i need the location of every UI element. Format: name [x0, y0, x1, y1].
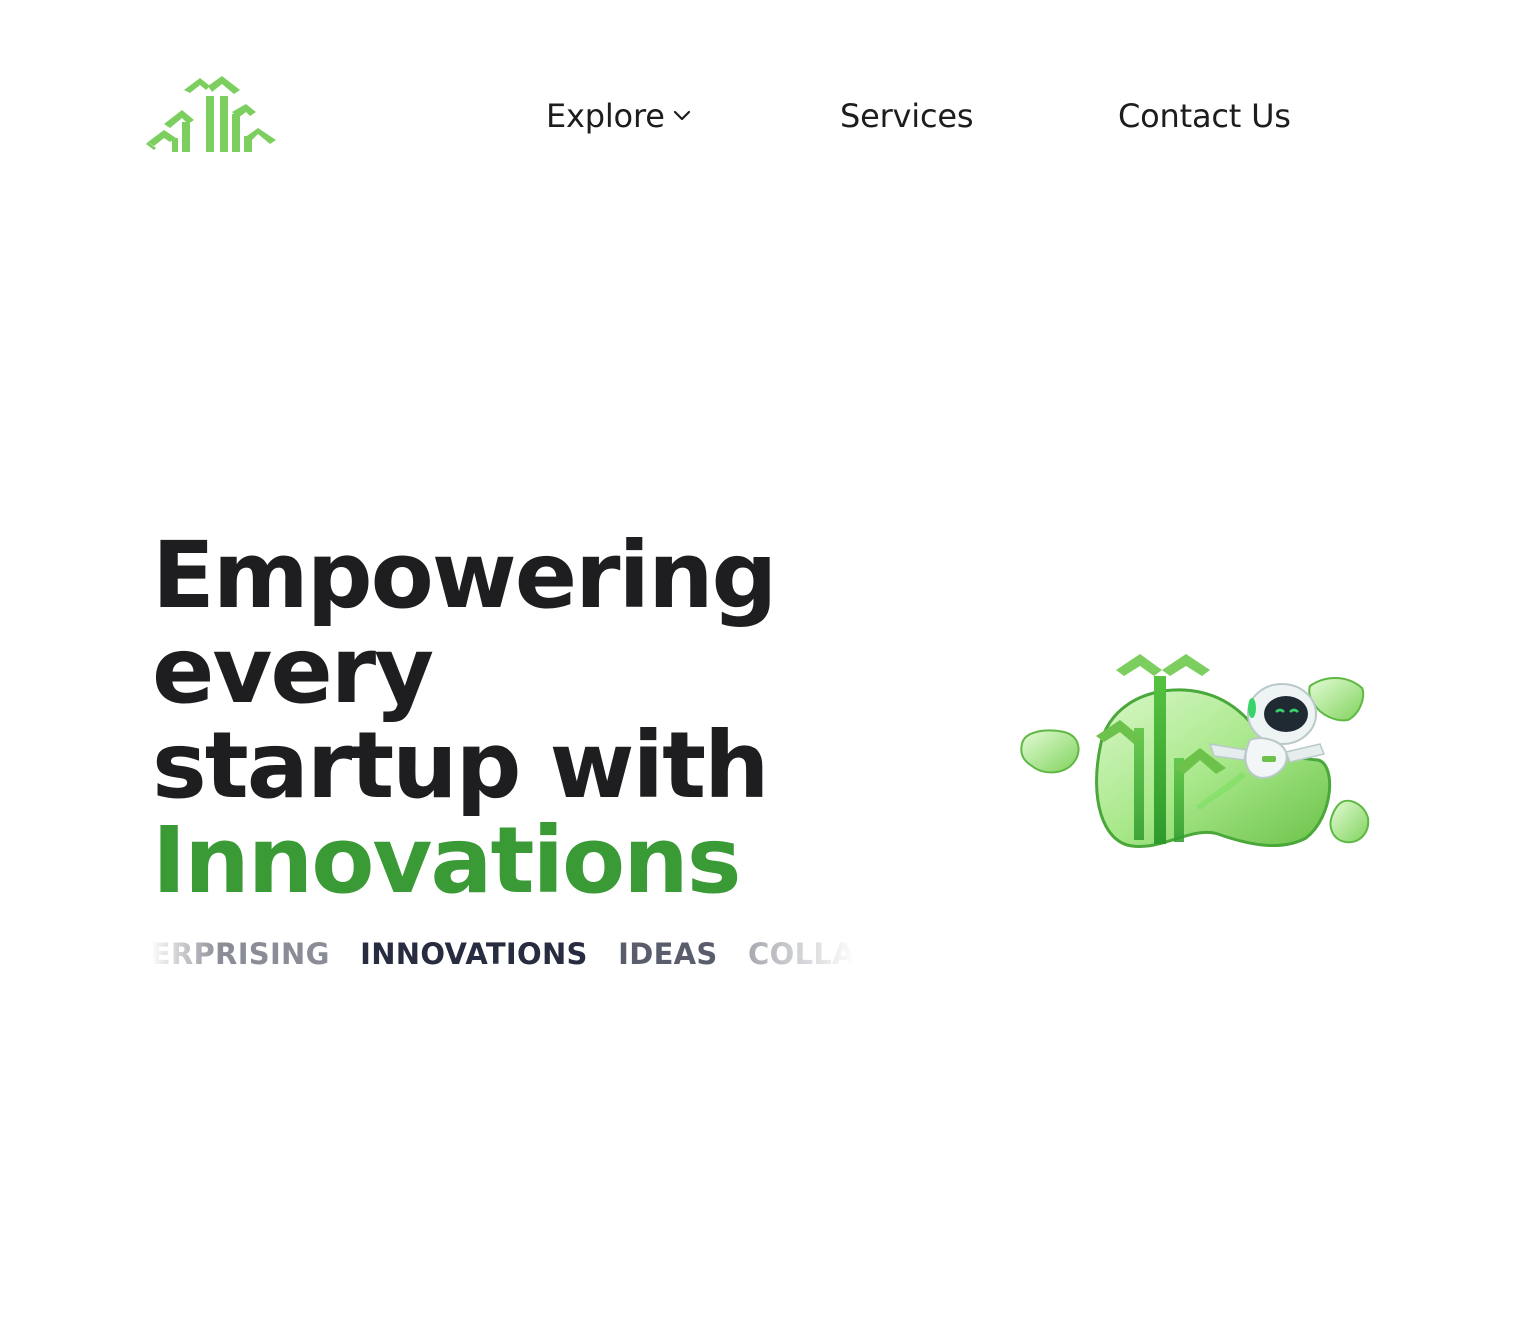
nav-explore[interactable]: Explore: [546, 94, 691, 138]
robot-sprout-illustration: [1014, 648, 1374, 856]
chevron-down-icon: [673, 110, 690, 121]
robot-sprout-graphic: [1020, 654, 1370, 848]
hero-title-line-1: Empowering: [152, 522, 777, 629]
hero-title-line-3: startup with: [152, 712, 770, 819]
hero-title-line-2: every: [152, 617, 434, 724]
ticker-track: ENTERPRISING INNOVATIONS IDEAS COLLAB: [150, 932, 856, 976]
nav-contact-label: Contact Us: [1118, 97, 1291, 135]
ticker-word: COLLAB: [748, 937, 856, 971]
nav-services[interactable]: Services: [840, 94, 974, 138]
nav-services-label: Services: [840, 97, 974, 135]
hero-title-accent: Innovations: [152, 807, 741, 914]
ticker-word: INNOVATIONS: [360, 937, 588, 971]
ticker-word: IDEAS: [618, 937, 718, 971]
ticker-word: ENTERPRISING: [150, 937, 330, 971]
nav-contact-us[interactable]: Contact Us: [1118, 94, 1291, 138]
hero-title: Empowering every startup with Innovation…: [152, 522, 777, 914]
page: Explore Services Contact Us Empowering e…: [0, 0, 1536, 1319]
nav-explore-label: Explore: [546, 97, 665, 135]
keyword-ticker: ENTERPRISING INNOVATIONS IDEAS COLLAB: [150, 932, 856, 976]
main-nav: Explore Services Contact Us: [0, 94, 1536, 138]
